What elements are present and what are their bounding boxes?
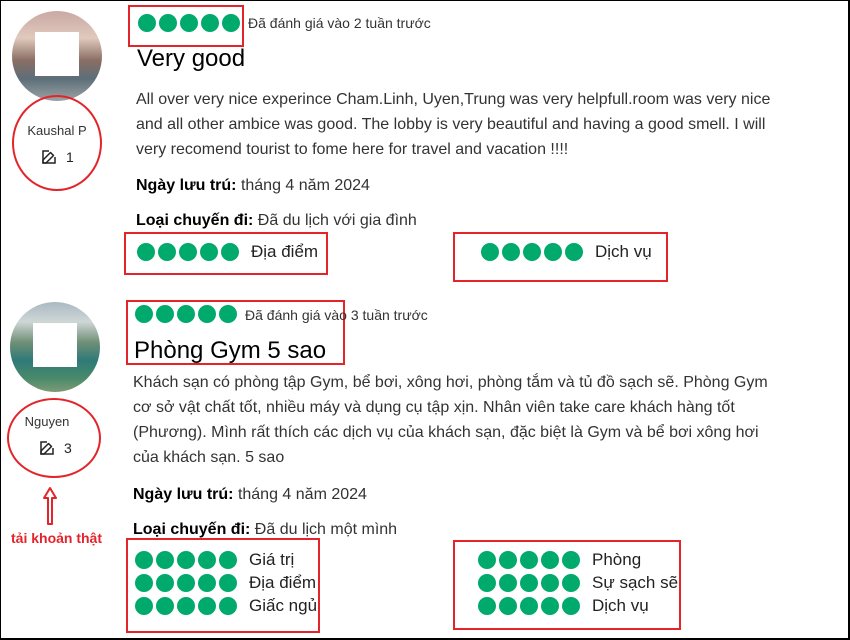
- stay-date: Ngày lưu trú: tháng 4 năm 2024: [133, 486, 367, 503]
- star-icon: [135, 551, 153, 569]
- star-icon: [156, 551, 174, 569]
- star-icon: [137, 243, 155, 261]
- star-icon: [520, 551, 538, 569]
- star-icon: [541, 597, 559, 615]
- star-icon: [156, 574, 174, 592]
- rating-stars: [478, 551, 580, 569]
- highlight-ellipse: [12, 95, 102, 191]
- highlight-ellipse: [7, 398, 101, 478]
- contributions: 3: [38, 439, 72, 457]
- subrating-cleanliness: Sự sạch sẽ: [478, 573, 678, 593]
- star-icon: [135, 574, 153, 592]
- star-icon: [541, 574, 559, 592]
- arrow-up-icon: [43, 487, 57, 525]
- subrating-location: Địa điểm: [137, 242, 318, 262]
- rating-stars: [138, 14, 240, 32]
- star-icon: [179, 243, 197, 261]
- star-icon: [222, 14, 240, 32]
- star-icon: [177, 305, 195, 323]
- review-date: Đã đánh giá vào 2 tuần trước: [248, 15, 431, 31]
- rating-stars: [135, 574, 237, 592]
- star-icon: [219, 305, 237, 323]
- star-icon: [562, 574, 580, 592]
- review-body: All over very nice experince Cham.Linh, …: [136, 91, 771, 158]
- contribution-count: 3: [64, 440, 72, 456]
- star-icon: [502, 243, 520, 261]
- star-icon: [198, 551, 216, 569]
- star-icon: [520, 597, 538, 615]
- subrating-service: Dịch vụ: [478, 596, 649, 616]
- star-icon: [219, 574, 237, 592]
- star-icon: [200, 243, 218, 261]
- edit-icon: [40, 441, 54, 455]
- edit-icon: [42, 150, 56, 164]
- star-icon: [541, 551, 559, 569]
- star-icon: [177, 597, 195, 615]
- contribution-count: 1: [66, 149, 74, 165]
- username[interactable]: Nguyen: [2, 414, 92, 429]
- rating-stars: [137, 243, 239, 261]
- subrating-value: Giá trị: [135, 550, 294, 570]
- star-icon: [544, 243, 562, 261]
- subrating-room: Phòng: [478, 550, 641, 570]
- contributions: 1: [40, 148, 74, 166]
- review-title[interactable]: Phòng Gym 5 sao: [134, 337, 326, 365]
- stay-date: Ngày lưu trú: tháng 4 năm 2024: [136, 177, 370, 194]
- star-icon: [156, 597, 174, 615]
- star-icon: [520, 574, 538, 592]
- star-icon: [158, 243, 176, 261]
- star-icon: [198, 305, 216, 323]
- star-icon: [499, 597, 517, 615]
- star-icon: [135, 305, 153, 323]
- annotation-note: tải khoản thật: [11, 530, 103, 546]
- star-icon: [156, 305, 174, 323]
- star-icon: [499, 551, 517, 569]
- trip-type: Loại chuyến đi: Đã du lịch một mình: [133, 521, 398, 538]
- star-icon: [499, 574, 517, 592]
- rating-stars: [481, 243, 583, 261]
- rating-stars: [135, 305, 237, 323]
- star-icon: [135, 597, 153, 615]
- review-date: Đã đánh giá vào 3 tuần trước: [245, 307, 428, 323]
- review-title[interactable]: Very good: [137, 45, 245, 73]
- rating-stars: [478, 574, 580, 592]
- star-icon: [201, 14, 219, 32]
- trip-type: Loại chuyến đi: Đã du lịch với gia đình: [136, 212, 417, 229]
- star-icon: [198, 574, 216, 592]
- star-icon: [180, 14, 198, 32]
- star-icon: [478, 551, 496, 569]
- subrating-location: Địa điểm: [135, 573, 316, 593]
- star-icon: [481, 243, 499, 261]
- rating-stars: [135, 551, 237, 569]
- username[interactable]: Kaushal P: [12, 123, 102, 138]
- star-icon: [219, 551, 237, 569]
- rating-stars: [478, 597, 580, 615]
- star-icon: [198, 597, 216, 615]
- star-icon: [523, 243, 541, 261]
- star-icon: [219, 597, 237, 615]
- star-icon: [177, 574, 195, 592]
- star-icon: [565, 243, 583, 261]
- review-body: Khách sạn có phòng tập Gym, bể bơi, xông…: [133, 374, 768, 466]
- star-icon: [478, 574, 496, 592]
- avatar[interactable]: [10, 302, 100, 392]
- star-icon: [159, 14, 177, 32]
- star-icon: [562, 597, 580, 615]
- star-icon: [138, 14, 156, 32]
- star-icon: [562, 551, 580, 569]
- star-icon: [478, 597, 496, 615]
- subrating-sleep: Giấc ngủ: [135, 596, 317, 616]
- rating-stars: [135, 597, 237, 615]
- subrating-service: Dịch vụ: [481, 242, 652, 262]
- avatar[interactable]: [12, 11, 102, 101]
- star-icon: [221, 243, 239, 261]
- star-icon: [177, 551, 195, 569]
